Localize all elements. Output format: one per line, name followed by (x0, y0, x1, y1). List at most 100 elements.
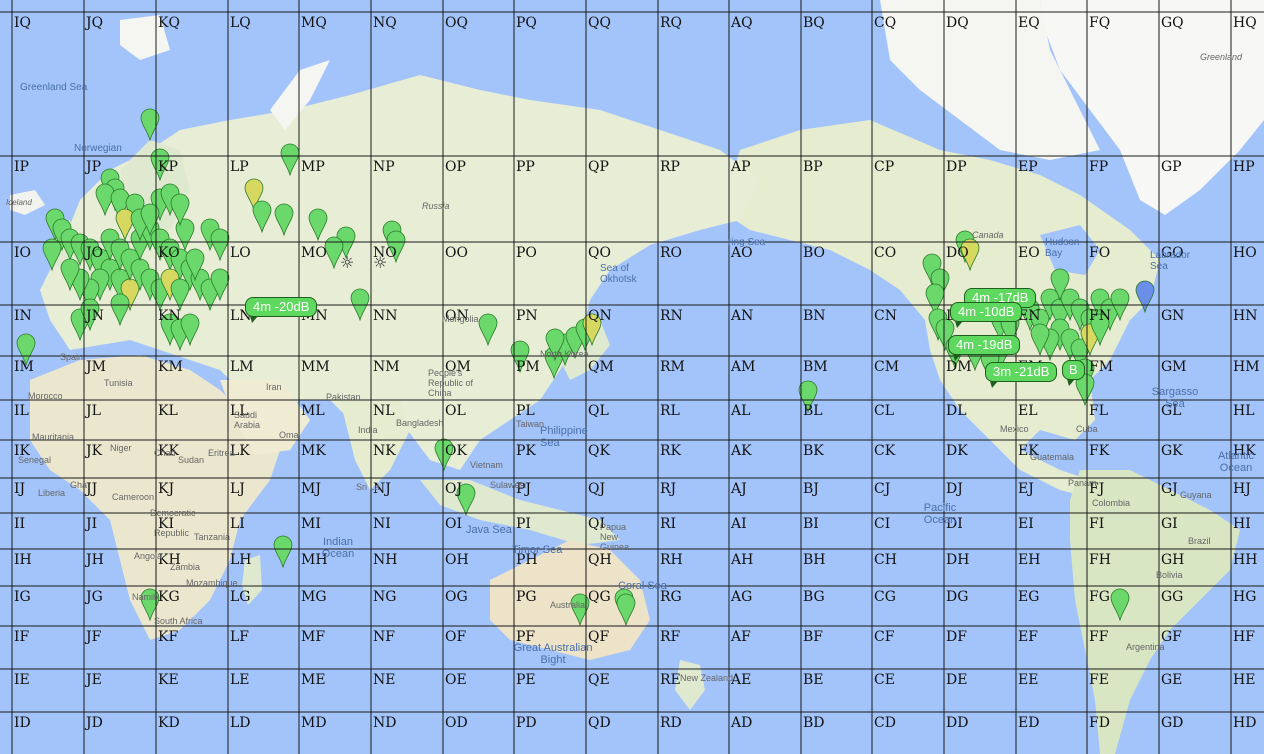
grid-square-label: LH (230, 552, 252, 568)
grid-square-label: MJ (301, 481, 321, 497)
grid-square-label: QH (588, 552, 612, 568)
grid-square-label: PD (516, 715, 537, 731)
grid-square-label: JD (86, 715, 103, 731)
grid-square-label: EG (1018, 589, 1040, 605)
grid-square-label: DH (946, 552, 970, 568)
grid-square-label: RD (660, 715, 682, 731)
grid-square-label: ML (301, 403, 325, 419)
place-spain: Spain (60, 352, 84, 362)
world-map[interactable]: IQ JQ KQ LQ MQ NQ OQ PQ QQ RQ AQ BQ CQ DQ EQ FQ GQ HQ IP JP… (0, 0, 1264, 754)
grid-square-label: BP (803, 159, 823, 175)
grid-square-label: AO (731, 245, 753, 261)
place-south-africa: South Africa (154, 616, 203, 626)
sun-icon[interactable]: ☼ (373, 255, 387, 271)
grid-square-label: HN (1233, 308, 1258, 324)
grid-square-label: MO (301, 245, 327, 261)
grid-square-label: GM (1161, 359, 1187, 375)
grid-square-label: FM (1089, 359, 1114, 375)
place-atlantic-ocean: Atlantic Ocean (1217, 450, 1255, 474)
grid-square-label: HP (1233, 159, 1255, 175)
grid-square-label: HI (1233, 516, 1251, 532)
spot-label[interactable]: 3m -21dB (985, 362, 1058, 388)
place-indian-ocean: Indian Ocean (321, 536, 355, 560)
grid-square-label: FG (1089, 589, 1110, 605)
place-canada: Canada (972, 230, 1004, 240)
grid-square-label: RI (660, 516, 677, 532)
grid-square-label: AG (731, 589, 753, 605)
grid-square-label: BN (803, 308, 826, 324)
grid-square-label: IL (14, 403, 29, 419)
sun-icon[interactable]: ☼ (340, 255, 354, 271)
grid-square-label: OQ (445, 15, 468, 31)
grid-square-label: IQ (14, 15, 32, 31)
grid-square-label: IP (14, 159, 29, 175)
grid-square-label: FL (1089, 403, 1109, 419)
place-senegal: Senegal (18, 455, 52, 465)
grid-square-label: EP (1018, 159, 1038, 175)
grid-square-label: LF (230, 629, 250, 645)
grid-square-label: KF (158, 629, 179, 645)
place-great-australian-bight: Great Australian Bight (513, 642, 593, 666)
grid-square-label: JN (86, 308, 104, 324)
grid-square-label: IF (14, 629, 30, 645)
place-chad: Chad (154, 448, 176, 458)
grid-square-label: RL (660, 403, 680, 419)
grid-square-label: HG (1233, 589, 1257, 605)
place-zambia: Zambia (170, 562, 201, 572)
grid-square-label: GD (1161, 715, 1184, 731)
grid-square-label: QM (588, 359, 614, 375)
grid-square-label: DO (946, 245, 969, 261)
grid-square-label: QN (588, 308, 612, 324)
grid-square-label: OK (445, 443, 467, 459)
grid-square-label: NG (373, 589, 397, 605)
grid-square-label: MM (301, 359, 330, 375)
grid-square-label: AF (731, 629, 751, 645)
grid-square-label: LJ (230, 481, 245, 497)
grid-square-label: FO (1089, 245, 1111, 261)
grid-square-label: BL (803, 403, 823, 419)
grid-square-label: IO (14, 245, 32, 261)
grid-square-label: GH (1161, 552, 1185, 568)
grid-square-label: DF (946, 629, 967, 645)
grid-square-label: JK (86, 443, 103, 459)
grid-square-label: NE (373, 672, 396, 688)
spot-label[interactable]: 4m -10dB (950, 302, 1023, 328)
grid-square-label: OD (445, 715, 468, 731)
grid-square-label: LQ (230, 15, 251, 31)
place-china: People's Republic of China (428, 368, 474, 398)
grid-square-label: OE (445, 672, 467, 688)
place-pakistan: Pakistan (326, 392, 361, 402)
grid-square-label: MP (301, 159, 325, 175)
place-india: India (358, 425, 378, 435)
grid-square-label: HL (1233, 403, 1255, 419)
grid-square-label: AQ (731, 15, 753, 31)
place-colombia: Colombia (1092, 498, 1131, 508)
grid-square-label: AJ (731, 481, 747, 497)
spot-label[interactable]: 4m -19dB (948, 335, 1021, 361)
place-democratic: Democratic (150, 508, 196, 518)
grid-square-label: NN (373, 308, 398, 324)
spot-label[interactable]: B (1062, 360, 1085, 386)
grid-square-label: AN (731, 308, 754, 324)
place-republic: Republic (154, 528, 190, 538)
place-sulawesi: Sulawesi (490, 480, 527, 490)
grid-square-label: JJ (86, 481, 98, 497)
grid-square-label: HE (1233, 672, 1256, 688)
place-vietnam: Vietnam (470, 460, 503, 470)
place-mongolia: Mongolia (442, 314, 479, 324)
grid-square-label: CQ (874, 15, 897, 31)
grid-square-label: PK (516, 443, 536, 459)
grid-square-label: KP (158, 159, 178, 175)
grid-square-label: LM (230, 359, 254, 375)
place-north-korea: North Korea (540, 349, 589, 359)
grid-square-label: QL (588, 403, 609, 419)
grid-square-label: EF (1018, 629, 1038, 645)
grid-square-label: JI (86, 516, 98, 532)
grid-square-label: GE (1161, 672, 1183, 688)
spot-label[interactable]: 4m -20dB (245, 297, 318, 323)
grid-square-label: BQ (803, 15, 825, 31)
grid-square-label: GK (1161, 443, 1183, 459)
grid-square-label: PM (516, 359, 540, 375)
grid-square-label: FE (1089, 672, 1109, 688)
grid-square-label: QG (588, 589, 611, 605)
